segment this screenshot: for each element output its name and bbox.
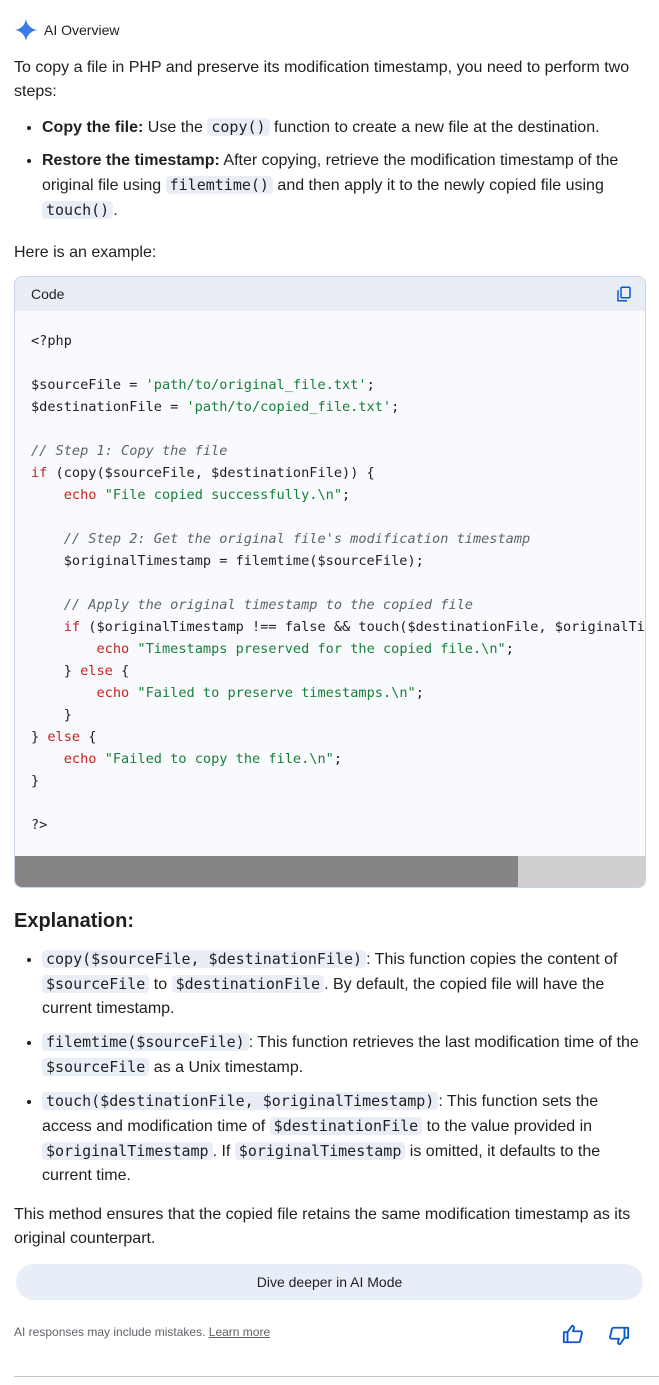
thumbs-down-icon[interactable]: [608, 1325, 630, 1347]
intro-text: To copy a file in PHP and preserve its m…: [14, 59, 630, 100]
code-content: <?php $sourceFile = 'path/to/original_fi…: [15, 312, 645, 836]
ai-overview-title: AI Overview: [44, 22, 120, 38]
explanation-text: : This function retrieves the last modif…: [248, 1034, 639, 1051]
code-line: <?php: [31, 333, 72, 349]
step-item: Restore the timestamp: After copying, re…: [42, 149, 646, 223]
code-line: if ($originalTimestamp !== false && touc…: [63, 619, 645, 635]
code-comment: // Step 1: Copy the file: [31, 443, 228, 459]
inline-code: $destinationFile: [269, 1117, 423, 1135]
dive-deeper-button[interactable]: Dive deeper in AI Mode: [16, 1264, 643, 1300]
code-comment: // Apply the original timestamp to the c…: [31, 597, 473, 613]
explanation-item: touch($destinationFile, $originalTimesta…: [42, 1089, 646, 1188]
inline-code: touch(): [42, 201, 114, 219]
footer-disclaimer: AI responses may include mistakes. Learn…: [14, 1325, 270, 1339]
code-line: ?>: [31, 817, 48, 833]
disclaimer-text: AI responses may include mistakes.: [14, 1325, 206, 1339]
inline-code: touch($destinationFile, $originalTimesta…: [42, 1092, 439, 1110]
explanation-list: copy($sourceFile, $destinationFile): Thi…: [14, 947, 646, 1197]
explanation-text: to: [149, 976, 172, 993]
inline-code: $sourceFile: [42, 1058, 150, 1076]
step-text: Use the: [143, 119, 208, 136]
copy-icon[interactable]: [615, 285, 633, 303]
code-line: echo "Timestamps preserved for the copie…: [96, 641, 514, 657]
explanation-heading: Explanation:: [14, 910, 135, 932]
code-comment: // Step 2: Get the original file's modif…: [31, 531, 531, 547]
step-text: and then apply it to the newly copied fi…: [272, 177, 604, 194]
code-line: echo "Failed to preserve timestamps.\n";: [96, 685, 424, 701]
code-line: $sourceFile = 'path/to/original_file.txt…: [31, 377, 375, 393]
code-line: }: [31, 707, 72, 723]
code-line: echo "Failed to copy the file.\n";: [63, 751, 343, 767]
code-line: } else {: [31, 663, 130, 679]
inline-code: copy(): [207, 118, 270, 136]
code-header: Code: [15, 277, 645, 311]
code-line: } else {: [31, 729, 97, 745]
sparkle-icon: [15, 19, 37, 41]
steps-list: Copy the file: Use the copy() function t…: [14, 115, 646, 232]
step-title: Copy the file:: [42, 119, 144, 136]
conclusion-text: This method ensures that the copied file…: [14, 1206, 631, 1247]
learn-more-link[interactable]: Learn more: [209, 1325, 270, 1339]
thumbs-up-icon[interactable]: [562, 1323, 584, 1345]
example-label: Here is an example:: [14, 244, 157, 261]
explanation-text: : This function copies the content of: [366, 951, 618, 968]
code-line: $originalTimestamp = filemtime($sourceFi…: [31, 553, 424, 569]
inline-code: $destinationFile: [171, 975, 325, 993]
explanation-text: to the value provided in: [422, 1118, 593, 1135]
explanation-text: as a Unix timestamp.: [149, 1059, 304, 1076]
divider: [14, 1376, 659, 1377]
inline-code: $sourceFile: [42, 975, 150, 993]
step-text: function to create a new file at the des…: [269, 119, 600, 136]
inline-code: filemtime(): [165, 176, 273, 194]
code-line: $destinationFile = 'path/to/copied_file.…: [31, 399, 400, 415]
code-line: }: [31, 773, 40, 789]
step-title: Restore the timestamp:: [42, 152, 220, 169]
code-block: Code <?php $sourceFile = 'path/to/origin…: [14, 276, 646, 888]
step-text: .: [113, 202, 118, 219]
explanation-item: copy($sourceFile, $destinationFile): Thi…: [42, 947, 646, 1021]
horizontal-scrollbar[interactable]: [15, 856, 645, 887]
code-label: Code: [31, 286, 65, 302]
code-body: <?php $sourceFile = 'path/to/original_fi…: [15, 312, 645, 856]
inline-code: $originalTimestamp: [234, 1142, 406, 1160]
explanation-item: filemtime($sourceFile): This function re…: [42, 1030, 646, 1080]
ai-overview-header: AI Overview: [14, 18, 119, 42]
inline-code: $originalTimestamp: [42, 1142, 213, 1160]
step-item: Copy the file: Use the copy() function t…: [42, 115, 646, 140]
inline-code: filemtime($sourceFile): [42, 1033, 249, 1051]
code-line: if (copy($sourceFile, $destinationFile))…: [31, 465, 375, 481]
code-line: echo "File copied successfully.\n";: [63, 487, 351, 503]
inline-code: copy($sourceFile, $destinationFile): [42, 950, 367, 968]
explanation-text: . If: [212, 1143, 235, 1160]
scrollbar-thumb[interactable]: [15, 856, 518, 887]
